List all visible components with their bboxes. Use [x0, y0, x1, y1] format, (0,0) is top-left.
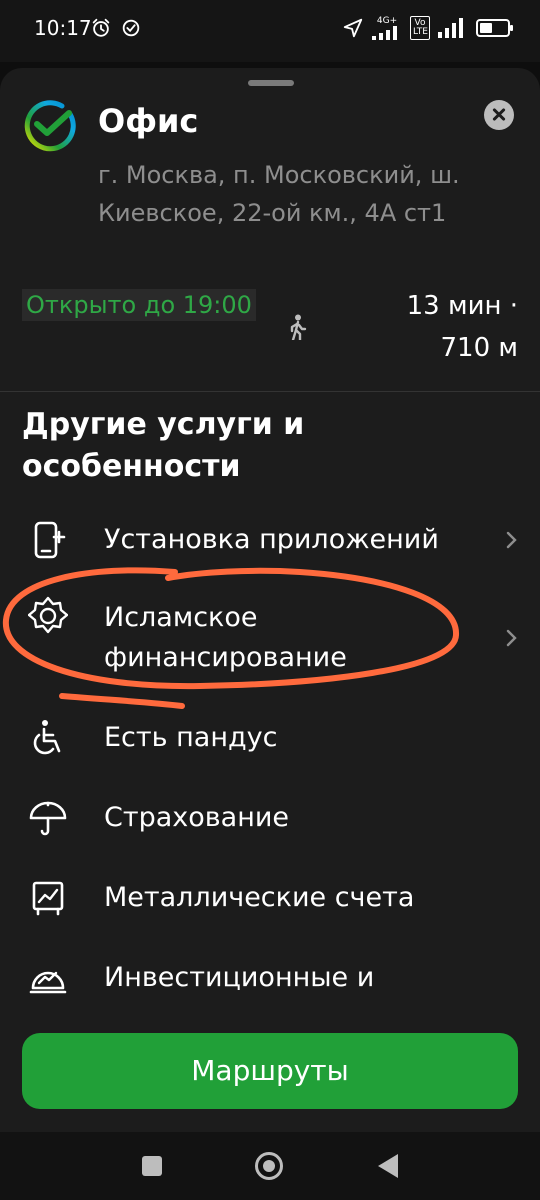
service-item-islamic-finance[interactable]: Исламское финансирование: [0, 596, 540, 680]
service-item-label: Есть пандус: [104, 722, 278, 753]
service-item-label: Исламское финансирование: [104, 602, 347, 673]
star-badge-icon: [28, 596, 68, 634]
recents-button[interactable]: [142, 1156, 162, 1176]
drag-handle[interactable]: [248, 80, 294, 86]
service-item-app-install[interactable]: Установка приложений: [0, 518, 540, 562]
location-arrow-icon: [343, 18, 363, 38]
chevron-right-icon: [506, 531, 517, 549]
place-card-sheet: Офис г. Москва, п. Московский, ш. Киевск…: [0, 68, 540, 1132]
status-bar: 10:17 4G+ Vo LTE: [0, 0, 540, 62]
service-item-ramp: Есть пандус: [0, 716, 540, 760]
place-title: Офис: [98, 102, 199, 140]
wheelchair-icon: [33, 720, 61, 755]
walk-time: 13 мин ·: [406, 291, 518, 321]
open-status: Открыто до 19:00: [22, 289, 256, 321]
walking-icon: [290, 314, 307, 340]
alarm-icon: [92, 18, 110, 37]
close-button[interactable]: [484, 100, 514, 130]
gauge-icon: [29, 971, 67, 994]
sber-logo-icon: [24, 100, 76, 152]
divider: [0, 391, 540, 392]
status-time: 10:17: [34, 16, 92, 40]
signal-icon: [372, 25, 397, 40]
services-heading: Другие услуги и особенности: [22, 407, 305, 484]
umbrella-icon: [29, 801, 67, 836]
service-item-label: Страхование: [104, 802, 290, 833]
chevron-right-icon: [506, 629, 517, 647]
check-circle-icon: [122, 19, 140, 37]
walk-distance: 710 м: [440, 333, 518, 363]
signal-icon: [438, 18, 463, 38]
service-item-investments: Инвестиционные и: [0, 956, 540, 1000]
service-item-label: Металлические счета: [104, 882, 415, 913]
place-address: г. Москва, п. Московский, ш. Киевское, 2…: [98, 161, 460, 227]
service-item-metal-accounts: Металлические счета: [0, 876, 540, 920]
service-item-label: Установка приложений: [104, 524, 439, 555]
service-item-label: Инвестиционные и: [104, 962, 375, 993]
chart-board-icon: [32, 881, 64, 916]
volte-badge: Vo LTE: [410, 16, 430, 40]
battery-icon: [476, 19, 513, 37]
back-button[interactable]: [378, 1154, 398, 1178]
system-nav-bar: [0, 1132, 540, 1200]
service-item-insurance: Страхование: [0, 796, 540, 840]
phone-plus-icon: [34, 521, 66, 559]
home-button[interactable]: [255, 1152, 283, 1180]
routes-button[interactable]: Маршруты: [22, 1033, 518, 1109]
network-type-label: 4G+: [376, 15, 398, 26]
